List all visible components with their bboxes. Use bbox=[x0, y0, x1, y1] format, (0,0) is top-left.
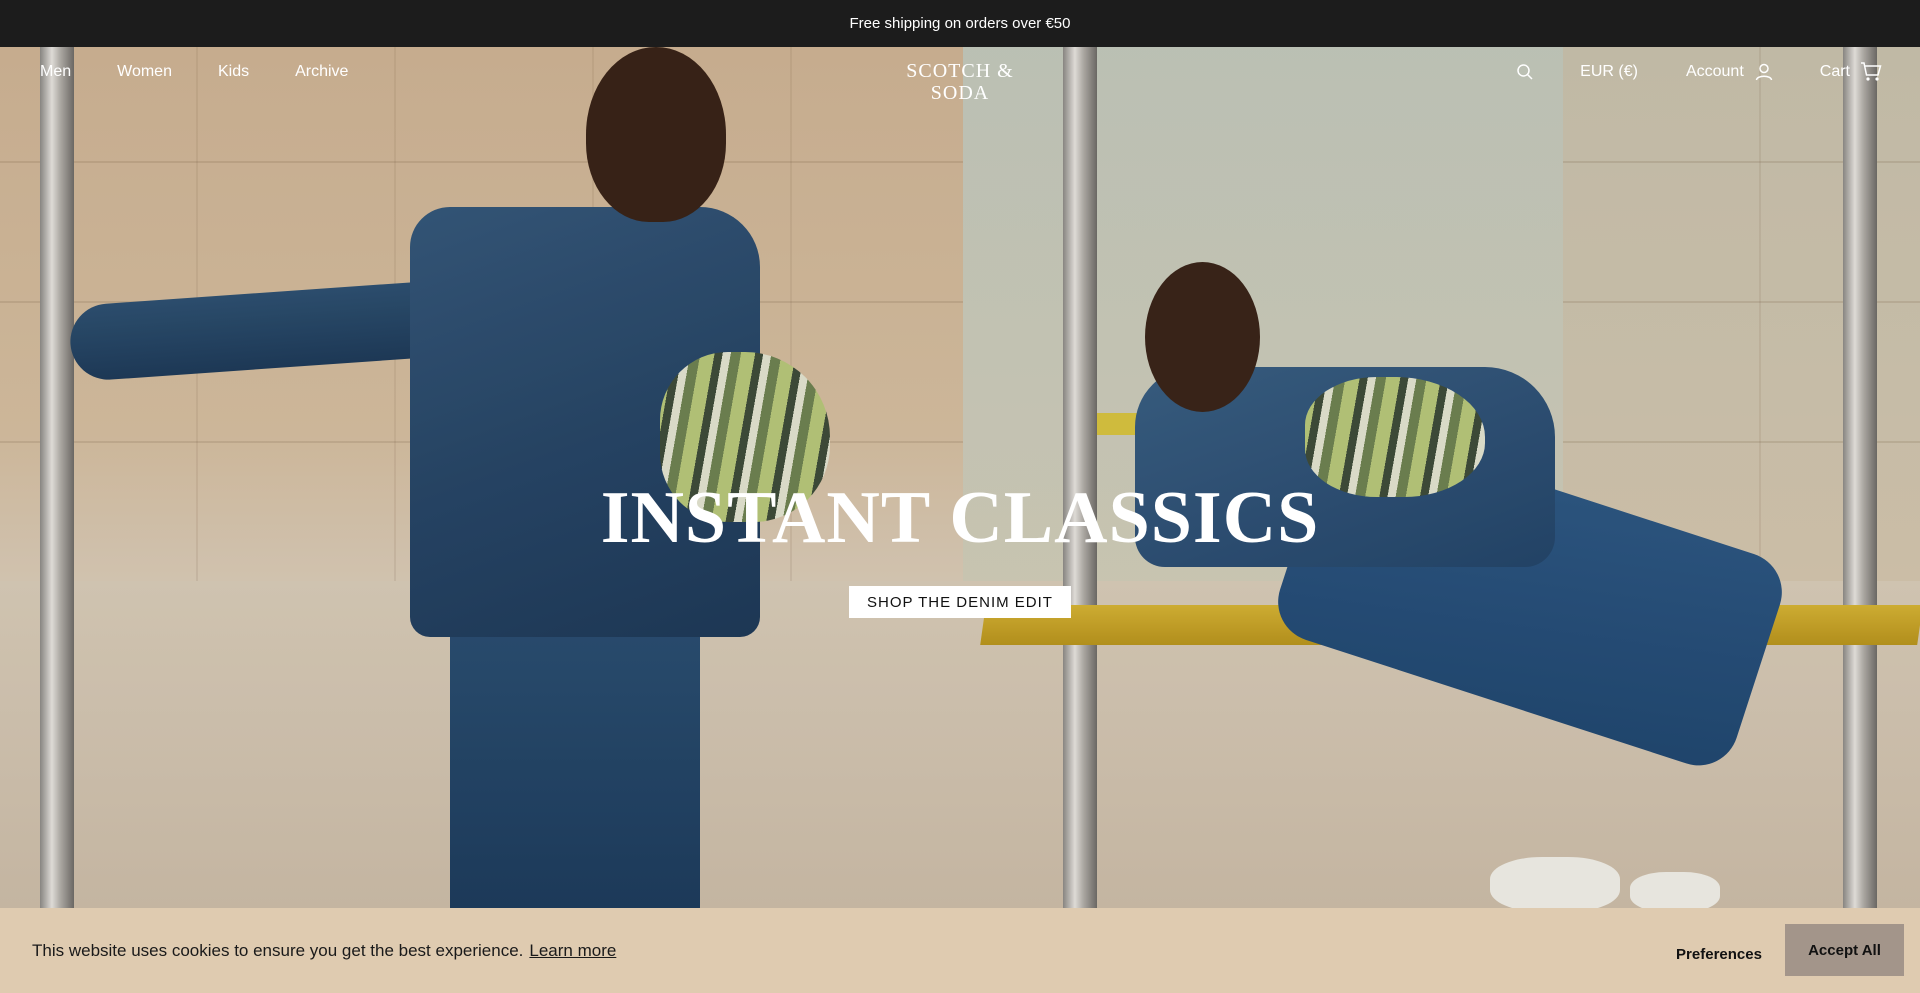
currency-selector[interactable]: EUR (€) bbox=[1580, 63, 1638, 81]
nav-link-kids[interactable]: Kids bbox=[218, 63, 249, 81]
cart-icon bbox=[1860, 62, 1882, 82]
announcement-bar: Free shipping on orders over €50 bbox=[0, 0, 1920, 47]
nav-link-women[interactable]: Women bbox=[117, 63, 172, 81]
cart-label: Cart bbox=[1819, 63, 1850, 80]
shop-denim-button[interactable]: SHOP THE DENIM EDIT bbox=[849, 586, 1071, 618]
user-icon bbox=[1754, 62, 1774, 82]
account-link[interactable]: Account bbox=[1686, 62, 1774, 82]
preferences-button[interactable]: Preferences bbox=[1660, 928, 1778, 980]
nav-utilities: EUR (€) Account Cart bbox=[1516, 47, 1882, 97]
cookie-message-container: This website uses cookies to ensure you … bbox=[32, 908, 616, 993]
accept-all-button[interactable]: Accept All bbox=[1785, 924, 1904, 976]
hero-title: INSTANT CLASSICS bbox=[600, 477, 1320, 559]
cookie-message: This website uses cookies to ensure you … bbox=[32, 940, 524, 960]
account-label: Account bbox=[1685, 63, 1744, 80]
learn-more-link[interactable]: Learn more bbox=[529, 941, 616, 961]
nav-link-men[interactable]: Men bbox=[40, 63, 71, 81]
brand-logo[interactable]: SCOTCH & SODA bbox=[875, 60, 1045, 104]
main-nav: Men Women Kids Archive SCOTCH & SODA EUR… bbox=[0, 47, 1920, 104]
search-icon[interactable] bbox=[1516, 63, 1534, 81]
nav-link-archive[interactable]: Archive bbox=[295, 63, 348, 81]
cookie-banner: This website uses cookies to ensure you … bbox=[0, 908, 1920, 993]
cart-link[interactable]: Cart bbox=[1820, 62, 1882, 82]
announcement-text: Free shipping on orders over €50 bbox=[849, 15, 1071, 32]
nav-categories: Men Women Kids Archive bbox=[40, 47, 348, 97]
